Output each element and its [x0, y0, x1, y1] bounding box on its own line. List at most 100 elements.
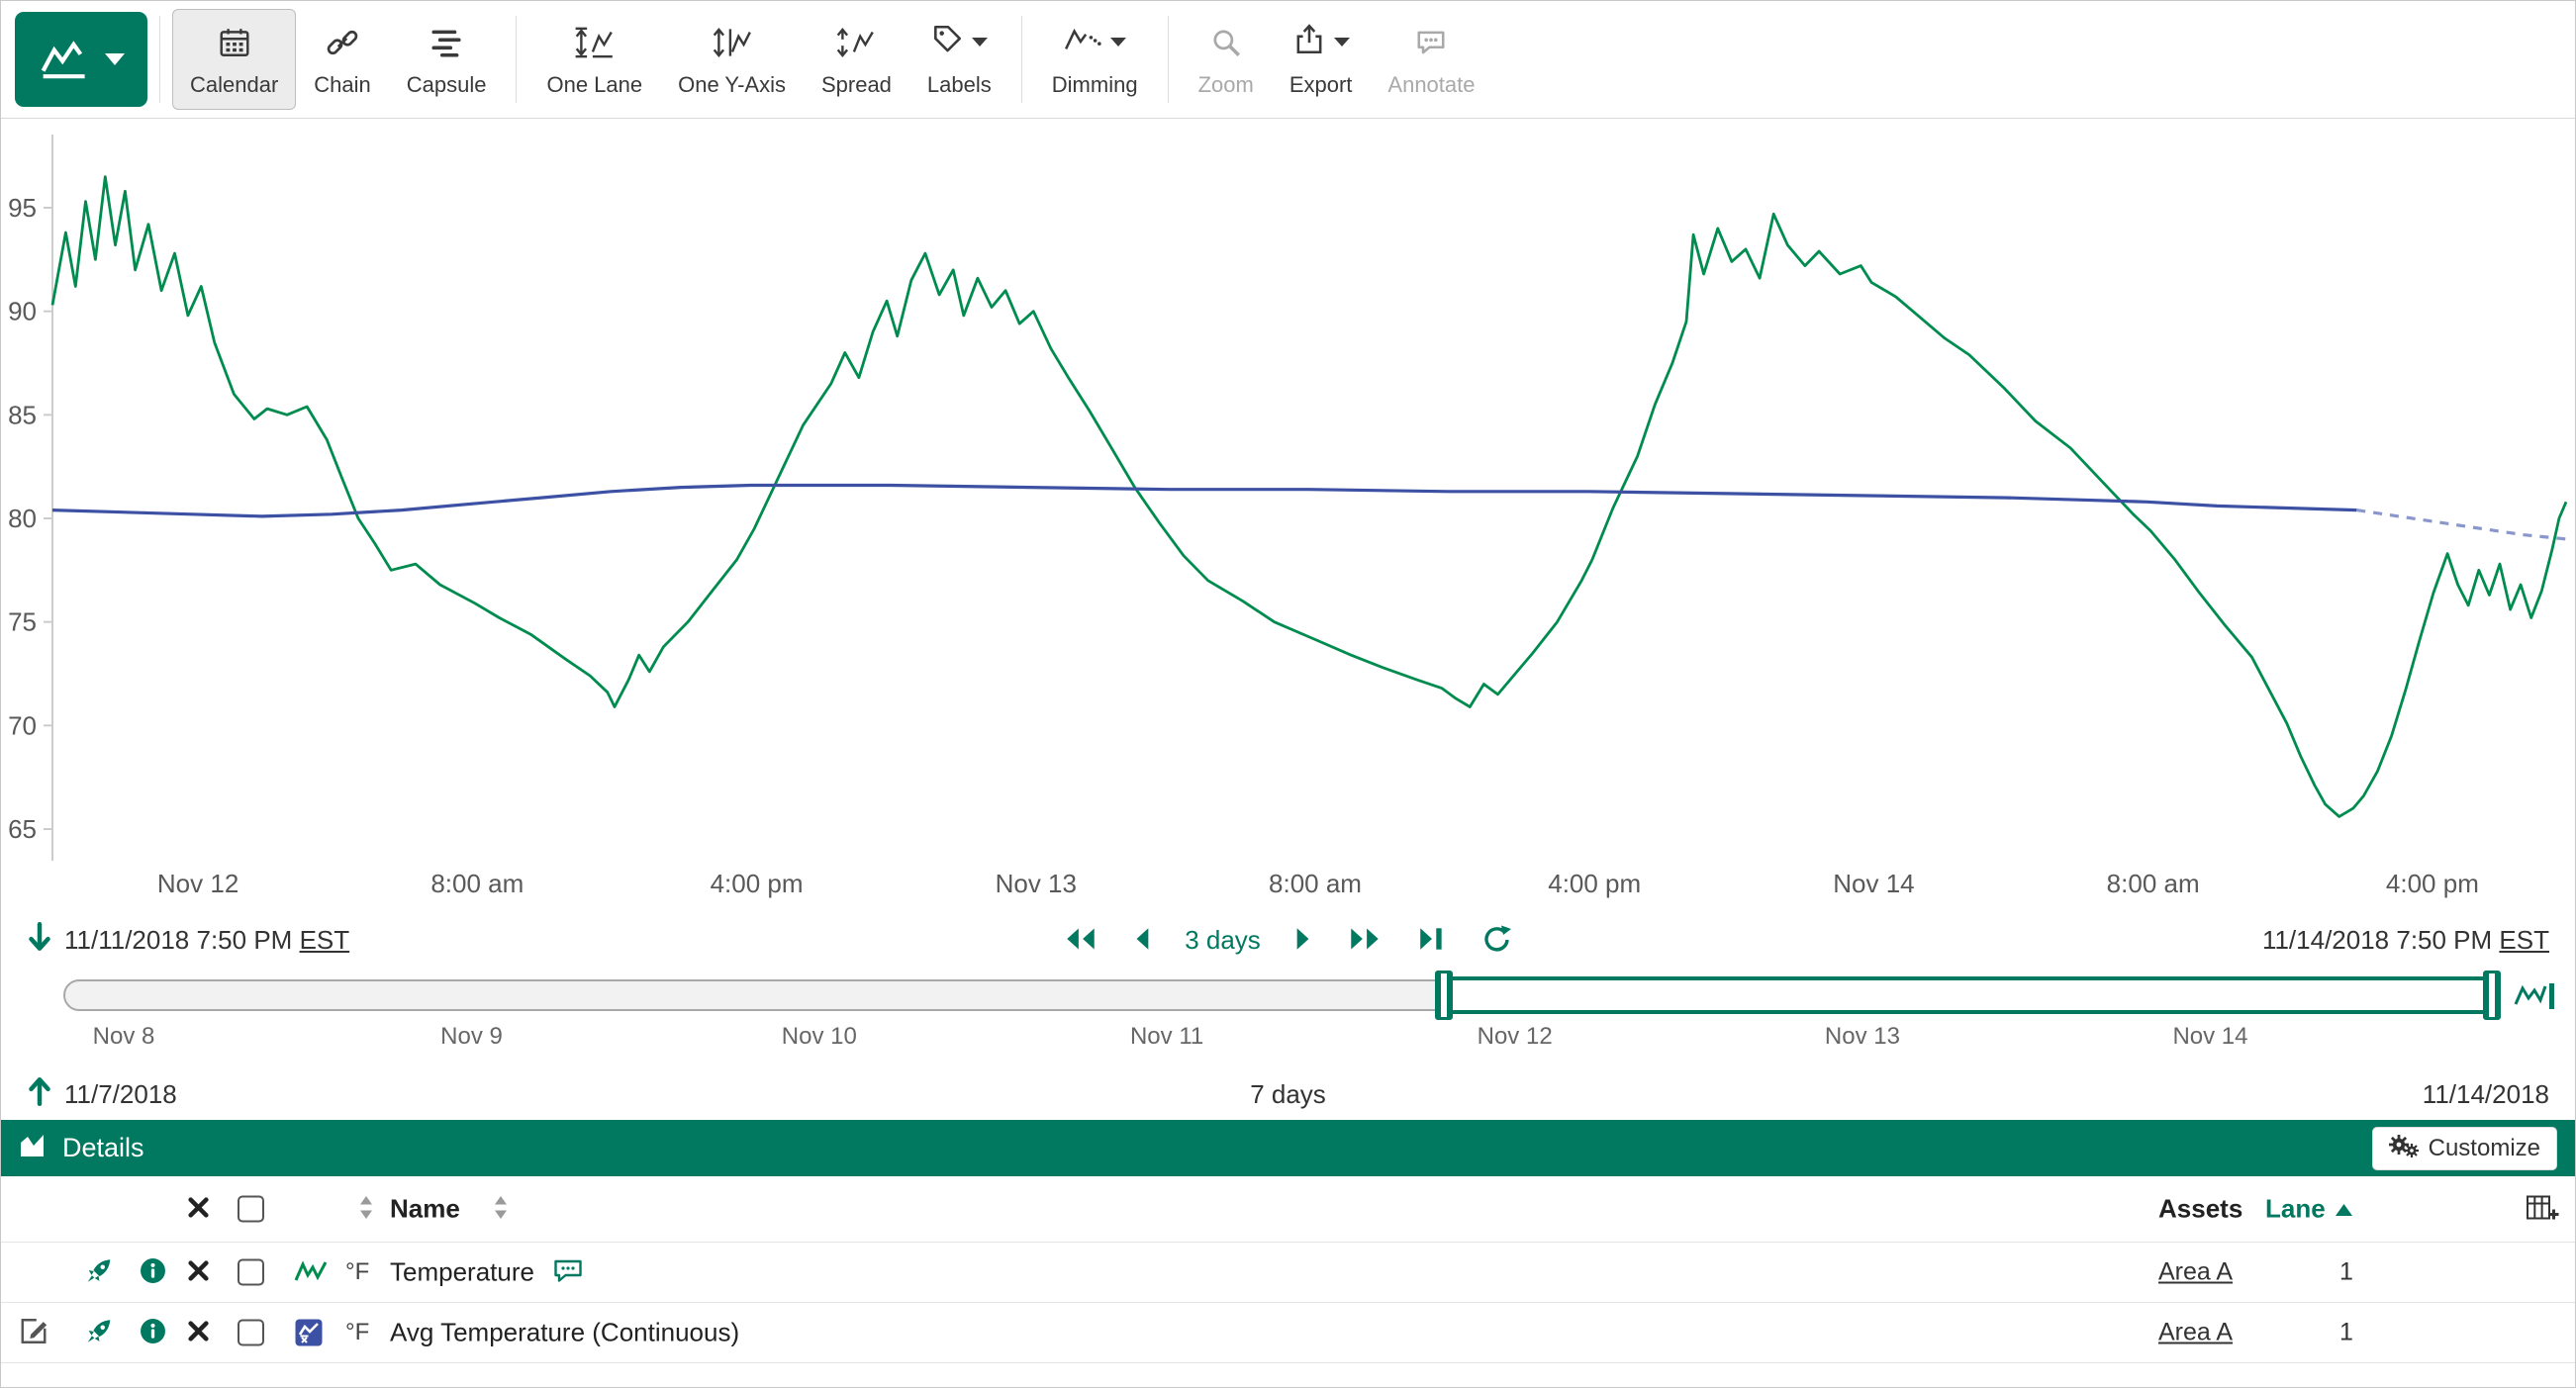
slider-right-handle[interactable]	[2483, 971, 2501, 1020]
sort-icon	[493, 1194, 509, 1224]
column-header-lane[interactable]: Lane	[2265, 1194, 2353, 1225]
toolbar-button-export[interactable]: Export	[1272, 9, 1371, 110]
y-tick-label: 80	[8, 504, 37, 533]
y-tick-label: 85	[8, 400, 37, 429]
wave-icon	[2513, 978, 2556, 1017]
step-forward-half-button[interactable]	[1288, 922, 1316, 959]
rocket-icon	[84, 1256, 114, 1289]
overview-tick-label: Nov 9	[440, 1023, 503, 1051]
chevron-down-icon	[972, 38, 988, 46]
x-tick-label: 4:00 pm	[1548, 869, 1641, 898]
step-back-full-button[interactable]	[1060, 922, 1101, 959]
toolbar-button-spread[interactable]: Spread	[804, 9, 909, 110]
speech-bubble-icon	[1414, 22, 1448, 63]
spread-icon	[834, 22, 878, 63]
auto-update-button[interactable]	[1479, 921, 1516, 960]
step-to-now-button[interactable]	[1413, 922, 1451, 959]
customize-button[interactable]: Customize	[2372, 1127, 2557, 1170]
toolbar-button-one-y-axis[interactable]: One Y-Axis	[660, 9, 804, 110]
investigate-range-duration[interactable]: 7 days	[1250, 1079, 1326, 1110]
asset-link[interactable]: Area A	[2158, 1258, 2233, 1287]
view-selector-dropdown[interactable]	[15, 12, 147, 107]
overview-tick-label: Nov 14	[2172, 1023, 2247, 1051]
asset-link[interactable]: Area A	[2158, 1319, 2233, 1347]
select-item-checkbox[interactable]	[238, 1320, 264, 1346]
item-unit: °F	[345, 1319, 369, 1346]
chevron-down-icon	[1110, 38, 1126, 46]
remove-item-button[interactable]	[186, 1258, 211, 1286]
column-header-name[interactable]: Name	[390, 1194, 460, 1225]
investigate-range-slider: Nov 8Nov 9Nov 10Nov 11Nov 12Nov 13Nov 14	[1, 970, 2575, 1068]
toolbar-button-label: Annotate	[1387, 72, 1475, 98]
toolbar-button-one-lane[interactable]: One Lane	[528, 9, 660, 110]
x-tick-label: Nov 14	[1833, 869, 1914, 898]
item-lane: 1	[2317, 1319, 2376, 1347]
timezone-link[interactable]: EST	[300, 925, 350, 955]
avg-temperature-series-line	[52, 486, 2356, 516]
item-info-button[interactable]	[140, 1318, 166, 1347]
remove-all-button[interactable]	[186, 1195, 211, 1223]
toolbar-button-chain[interactable]: Chain	[296, 9, 388, 110]
add-column-button[interactable]	[2526, 1193, 2559, 1226]
refresh-icon	[1480, 923, 1514, 958]
temperature-series-line	[52, 177, 2566, 817]
overview-tick-label: Nov 10	[782, 1023, 857, 1051]
overview-tick-label: Nov 8	[93, 1023, 155, 1051]
investigate-range-row: 11/7/2018 7 days 11/14/2018	[1, 1068, 2575, 1120]
toolbar-button-labels[interactable]: Labels	[909, 9, 1009, 110]
chevron-down-icon	[1334, 38, 1350, 46]
slider-selected-range[interactable]	[1444, 976, 2492, 1014]
item-lane: 1	[2317, 1258, 2376, 1287]
toolbar-button-dimming[interactable]: Dimming	[1034, 9, 1156, 110]
remove-item-button[interactable]	[186, 1319, 211, 1346]
tag-icon	[930, 23, 964, 62]
trend-toolbar: Calendar Chain Capsule	[1, 1, 2575, 119]
edit-formula-button[interactable]	[19, 1317, 48, 1349]
sort-icon	[358, 1194, 374, 1224]
item-name[interactable]: Avg Temperature (Continuous)	[390, 1318, 739, 1348]
signal-icon	[294, 1258, 328, 1286]
double-right-triangle-icon	[1346, 924, 1383, 957]
asset-swap-button[interactable]	[84, 1317, 114, 1349]
sort-name-button[interactable]	[493, 1194, 509, 1224]
step-back-half-button[interactable]	[1129, 922, 1157, 959]
select-all-checkbox[interactable]	[238, 1196, 264, 1223]
select-item-checkbox[interactable]	[238, 1259, 264, 1286]
overview-tick-label: Nov 13	[1825, 1023, 1900, 1051]
trend-chart[interactable]: 95908580757065Nov 128:00 am4:00 pmNov 13…	[1, 119, 2576, 910]
toolbar-button-label: Labels	[927, 72, 992, 98]
timezone-link[interactable]: EST	[2499, 925, 2549, 955]
display-range-duration[interactable]: 3 days	[1185, 925, 1261, 956]
toolbar-button-calendar[interactable]: Calendar	[172, 9, 296, 110]
x-tick-label: 4:00 pm	[2386, 869, 2479, 898]
sort-type-button[interactable]	[358, 1194, 374, 1224]
overview-range-button[interactable]	[2508, 975, 2561, 1019]
range-end-datetime[interactable]: 11/14/2018 7:50 PM EST	[2262, 925, 2549, 956]
table-row-temperature: °F Temperature Area A 1	[1, 1243, 2575, 1303]
item-info-button[interactable]	[140, 1257, 166, 1287]
x-tick-label: 4:00 pm	[711, 869, 804, 898]
item-unit: °F	[345, 1258, 369, 1286]
slider-left-handle[interactable]	[1435, 971, 1453, 1020]
investigate-start-date[interactable]: 11/7/2018	[64, 1079, 177, 1110]
display-range-row: 11/11/2018 7:50 PM EST 3 days	[1, 910, 2575, 970]
y-tick-label: 70	[8, 710, 37, 740]
chain-icon	[326, 22, 359, 63]
double-left-triangle-icon	[1062, 924, 1099, 957]
sort-asc-icon	[2335, 1194, 2353, 1225]
range-start-arrow-up-icon	[27, 1075, 52, 1114]
item-name[interactable]: Temperature	[390, 1257, 534, 1288]
step-forward-full-button[interactable]	[1344, 922, 1385, 959]
comment-button[interactable]	[552, 1257, 584, 1288]
toolbar-button-annotate[interactable]: Annotate	[1370, 9, 1492, 110]
toolbar-button-capsule[interactable]: Capsule	[389, 9, 505, 110]
toolbar-separator	[516, 16, 517, 103]
toolbar-button-zoom[interactable]: Zoom	[1181, 9, 1272, 110]
investigate-end-date[interactable]: 11/14/2018	[2423, 1079, 2549, 1110]
asset-swap-button[interactable]	[84, 1256, 114, 1289]
table-row-avg-temperature: °F Avg Temperature (Continuous) Area A 1	[1, 1303, 2575, 1363]
remove-icon	[186, 1319, 211, 1346]
skip-to-end-icon	[1415, 924, 1449, 957]
range-start-datetime[interactable]: 11/11/2018 7:50 PM EST	[64, 925, 349, 956]
trend-workbench: Calendar Chain Capsule	[0, 0, 2576, 1388]
